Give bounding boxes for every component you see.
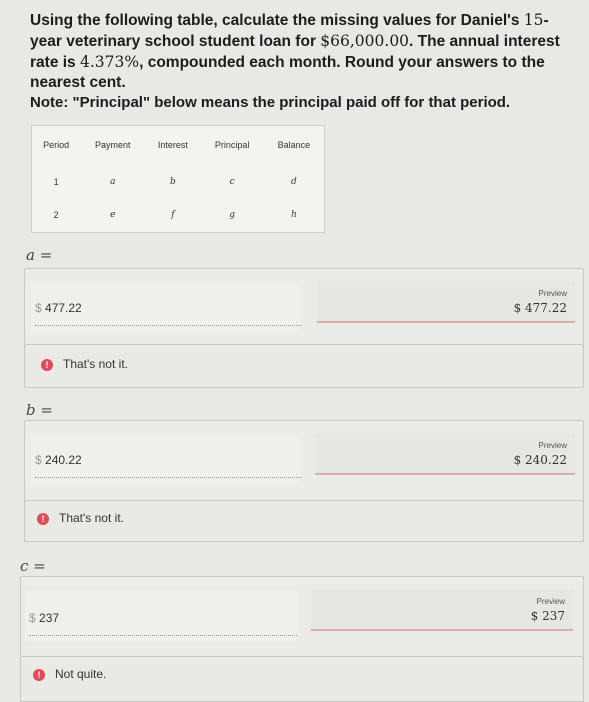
warning-icon: ! [41,359,53,371]
answer-a-feedback: ! That's not it. [24,344,584,388]
cell-payment: e [110,210,116,221]
header-period: Period [43,140,70,151]
input-underline [35,325,301,326]
answer-c-input[interactable]: $ 237 [25,591,297,641]
warning-icon: ! [33,669,45,681]
cell-balance: d [291,176,297,187]
answer-c-preview: Preview $ 237 [311,589,573,631]
note-text: Note: "Principal" below means the princi… [30,94,511,111]
answer-c-value: 237 [39,611,60,625]
input-underline [35,477,301,478]
feedback-text: That's not it. [59,511,124,525]
answer-a-value: 477.22 [45,301,82,315]
cell-principal: c [229,176,235,187]
answer-b-preview: Preview $ 240.22 [315,433,575,475]
header-principal: Principal [214,140,250,151]
loan-years: 15 [523,11,544,29]
header-payment: Payment [95,140,131,151]
interest-rate: 4.373% [79,53,140,71]
cell-principal: g [229,210,236,221]
answer-c-label: c = [20,557,46,575]
loan-table: Period Payment Interest Principal Balanc… [31,125,325,233]
feedback-text: That's not it. [63,357,128,371]
preview-value: $ 237 [530,609,565,623]
answer-b-box: $ 240.22 Preview $ 240.22 [24,420,584,506]
answer-b-feedback: ! That's not it. [24,500,584,542]
question-text-1: Using the following table, calculate the… [30,12,520,29]
answer-b-input[interactable]: $ 240.22 [31,435,301,485]
answer-a-box: $ 477.22 Preview $ 477.22 [24,268,584,352]
answer-a-label: a = [26,246,53,264]
header-interest: Interest [157,140,188,151]
warning-icon: ! [37,513,49,525]
cell-interest: b [170,176,176,187]
cell-interest: f [171,210,175,221]
question-text: Using the following table, calculate the… [30,10,575,93]
answer-a-input[interactable]: $ 477.22 [31,283,301,333]
cell-period: 2 [53,210,59,221]
table-header-row: Period Payment Interest Principal Balanc… [32,126,325,165]
currency-symbol: $ [35,453,42,467]
input-underline [29,635,297,636]
preview-value: $ 477.22 [513,301,567,315]
currency-symbol: $ [29,611,36,625]
answer-a-preview: Preview $ 477.22 [317,281,575,323]
loan-amount: $66,000.00 [320,32,410,50]
answer-c-feedback: ! Not quite. [20,656,584,702]
feedback-text: Not quite. [55,667,107,681]
table-row: 2 e f g h [32,199,325,233]
answer-b-value: 240.22 [45,453,82,467]
cell-balance: h [291,210,297,221]
cell-payment: a [110,176,116,187]
preview-label: Preview [538,289,567,298]
currency-symbol: $ [35,301,42,315]
cell-period: 1 [53,176,59,187]
table-row: 1 a b c d [32,165,325,199]
answer-c-box: $ 237 Preview $ 237 [20,576,584,662]
answer-b-label: b = [26,401,53,419]
preview-label: Preview [536,597,565,606]
preview-value: $ 240.22 [513,453,567,467]
header-balance: Balance [277,140,311,151]
preview-label: Preview [538,441,567,450]
